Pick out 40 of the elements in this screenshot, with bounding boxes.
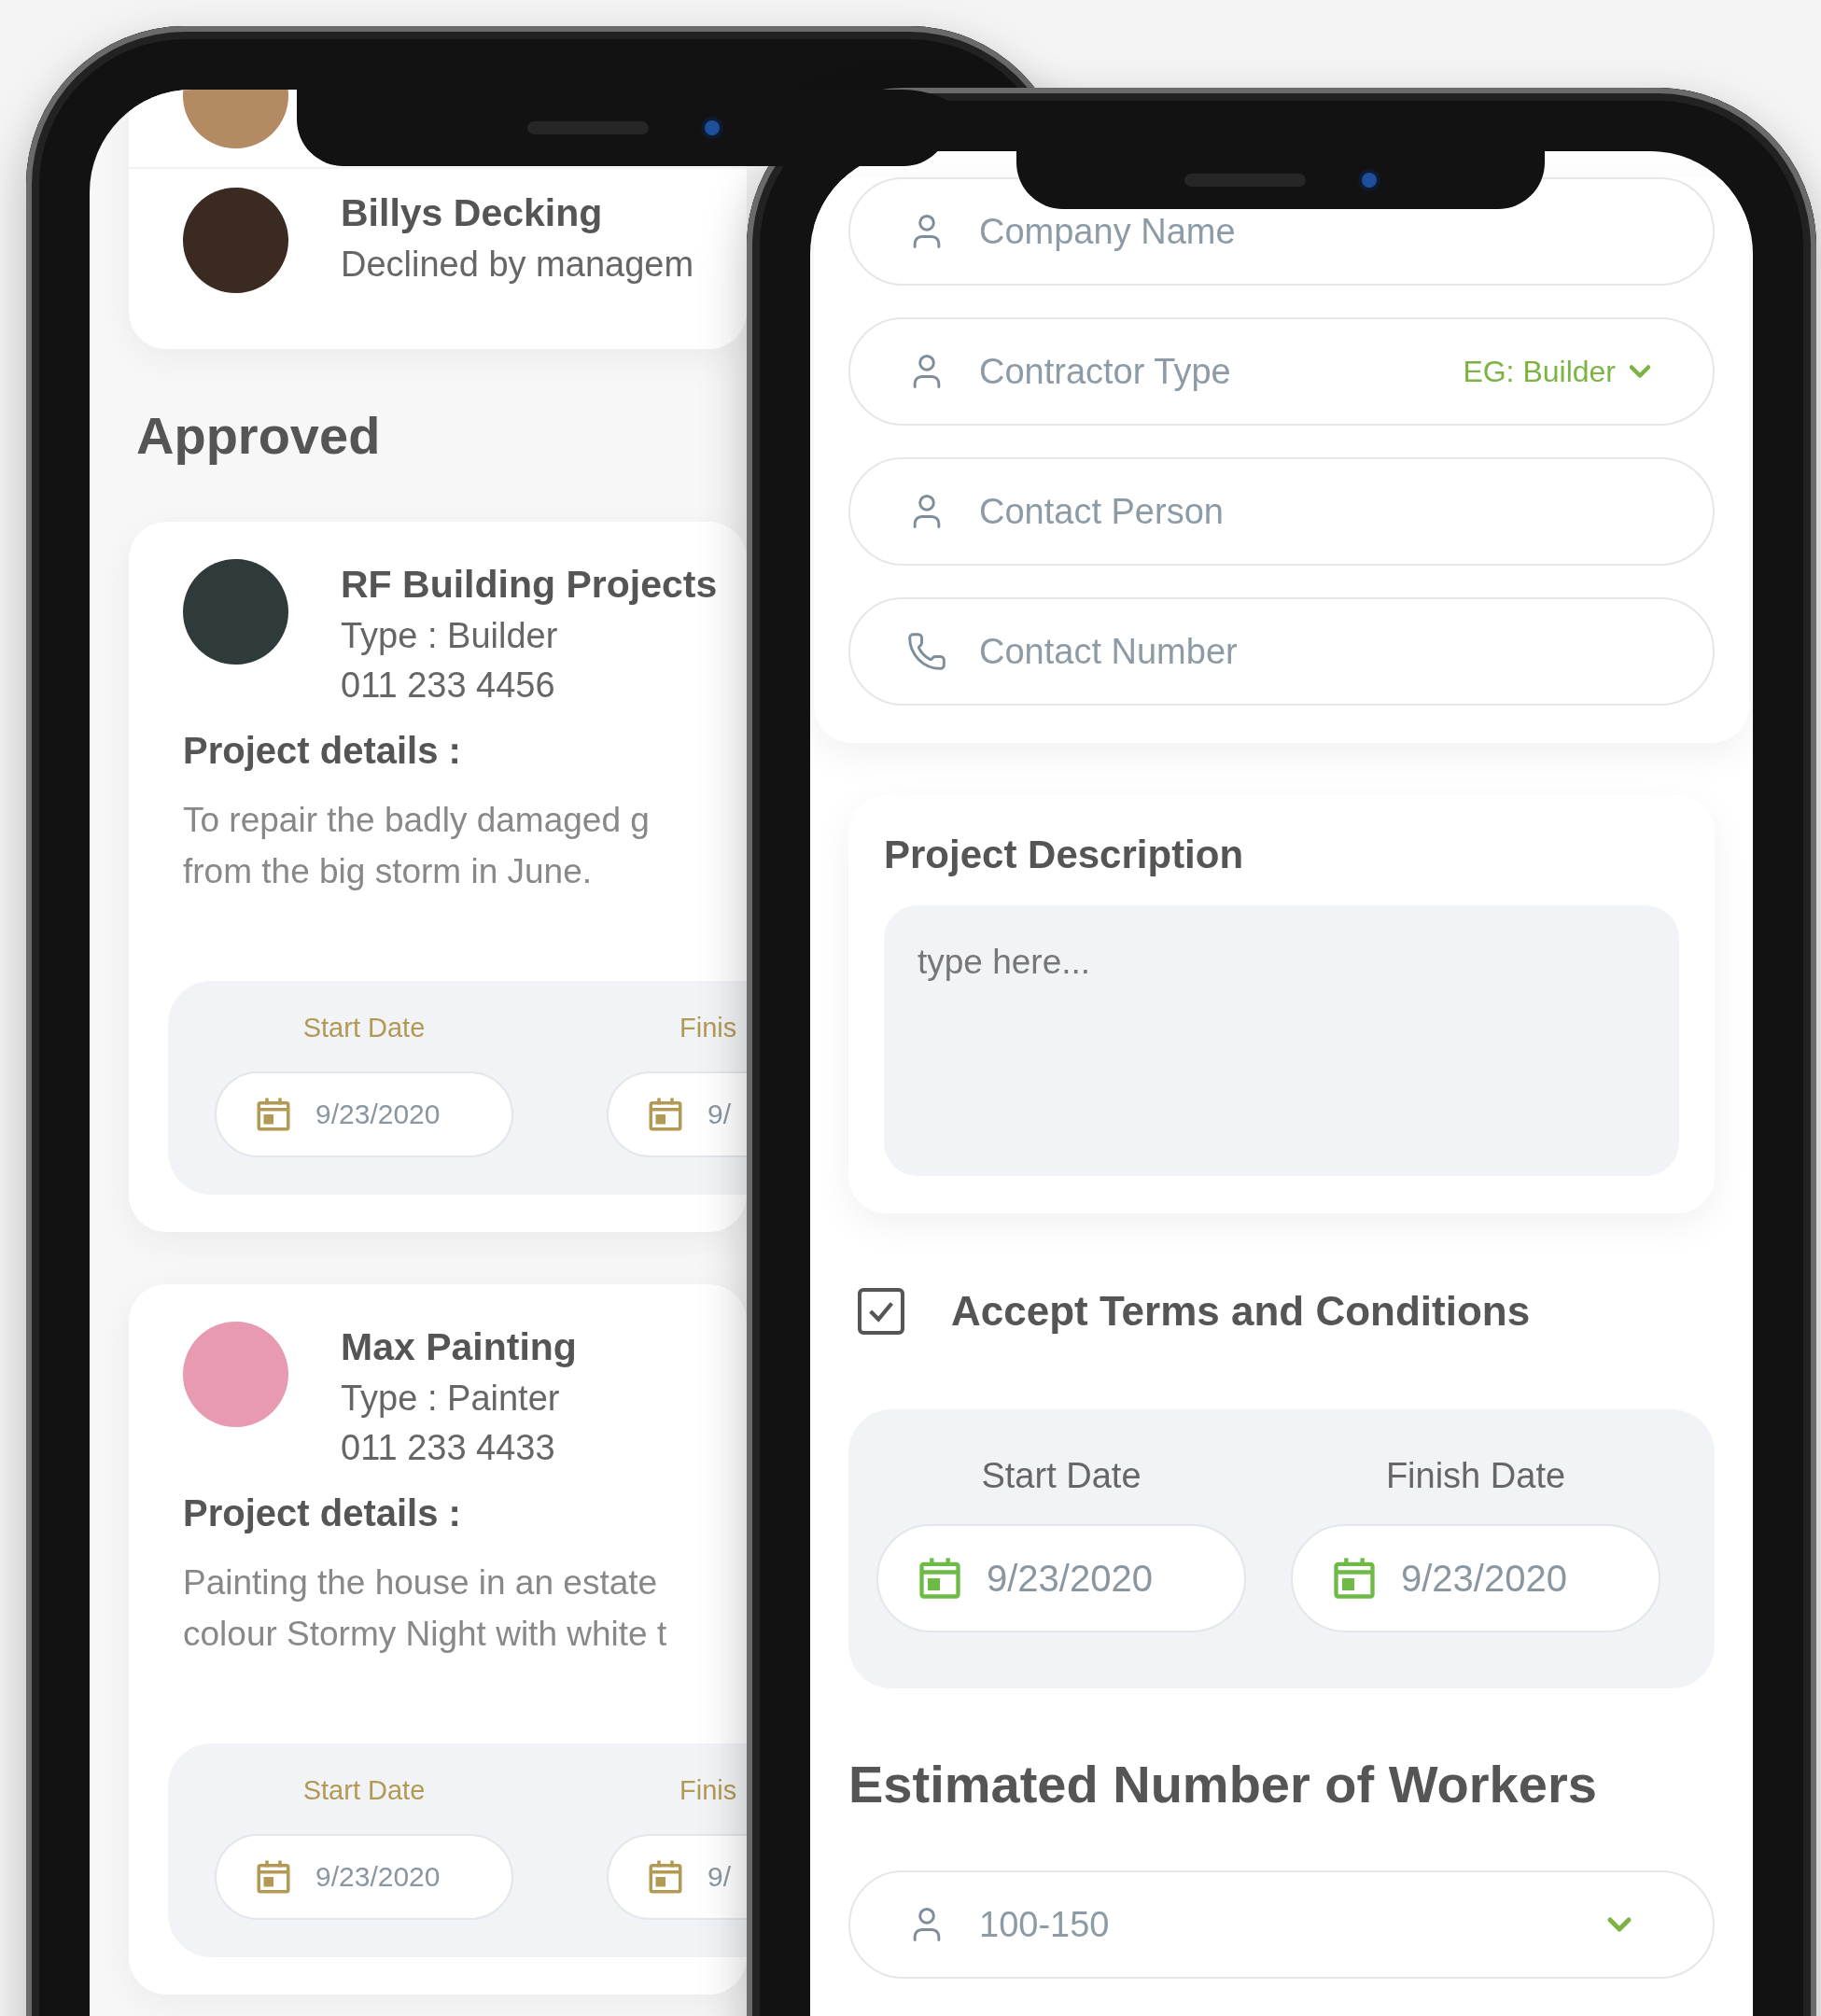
date-label: Finis — [679, 1013, 737, 1043]
details-text: colour Stormy Night with white t — [183, 1614, 667, 1655]
date-field[interactable]: 9/23/2020 — [215, 1071, 513, 1157]
details-label: Project details : — [183, 730, 461, 772]
date-label: Start Date — [302, 1013, 426, 1043]
project-card[interactable]: RF Building Projects Type : Builder 011 233 4456 Project details : To repair the badly damaged g from the big storm in June. Start Date 9/23/2020 Finis 9/ — [129, 522, 747, 1232]
date-label: Finish Date — [1385, 1456, 1566, 1496]
date-field[interactable]: 9/23/2020 — [876, 1524, 1246, 1632]
status-text: Declined by managem — [341, 245, 694, 285]
dropdown-value[interactable]: EG: Builder — [1463, 354, 1657, 389]
phone-number: 011 233 4433 — [341, 1428, 556, 1468]
details-text: Painting the house in an estate — [183, 1562, 658, 1603]
dropdown-field[interactable]: 100-150 — [848, 1870, 1715, 1979]
input-field[interactable]: Contact Person — [848, 457, 1715, 566]
contractor-name: RF Building Projects — [341, 563, 718, 607]
details-text: from the big storm in June. — [183, 851, 593, 892]
contractor-type: Type : Painter — [341, 1379, 561, 1419]
date-label: Start Date — [981, 1456, 1142, 1496]
input-field[interactable]: Contact Number — [848, 597, 1715, 706]
contractor-name: Billys Decking — [341, 191, 604, 235]
phone-icon — [906, 631, 947, 672]
date-label: Start Date — [302, 1775, 426, 1806]
date-field[interactable]: 9/23/2020 — [215, 1834, 513, 1920]
dropdown-field[interactable]: Contractor Type EG: Builder — [848, 317, 1715, 426]
date-label: Finis — [679, 1775, 737, 1806]
project-card[interactable]: Max Painting Type : Painter 011 233 4433 Project details : Painting the house in an estate colour Stormy Night with white t Start Date 9/23/2020 Finis 9/ — [129, 1284, 747, 1995]
contractor-name: Max Painting — [341, 1325, 577, 1369]
section-title: Estimated Number of Workers — [848, 1754, 1598, 1814]
details-label: Project details : — [183, 1492, 461, 1534]
date-field[interactable]: 9/ — [607, 1071, 747, 1157]
date-field[interactable]: 9/23/2020 — [1291, 1524, 1660, 1632]
phone-number: 011 233 4456 — [341, 665, 556, 706]
description-field[interactable]: type here... — [884, 905, 1679, 1176]
checkbox[interactable] — [858, 1288, 904, 1335]
details-text: To repair the badly damaged g — [183, 800, 650, 841]
section-title: Approved — [136, 405, 381, 466]
date-field[interactable]: 9/ — [607, 1834, 747, 1920]
contractor-type: Type : Builder — [341, 616, 559, 656]
terms-label: Accept Terms and Conditions — [951, 1288, 1531, 1335]
card-title: Project Description — [884, 833, 1245, 877]
